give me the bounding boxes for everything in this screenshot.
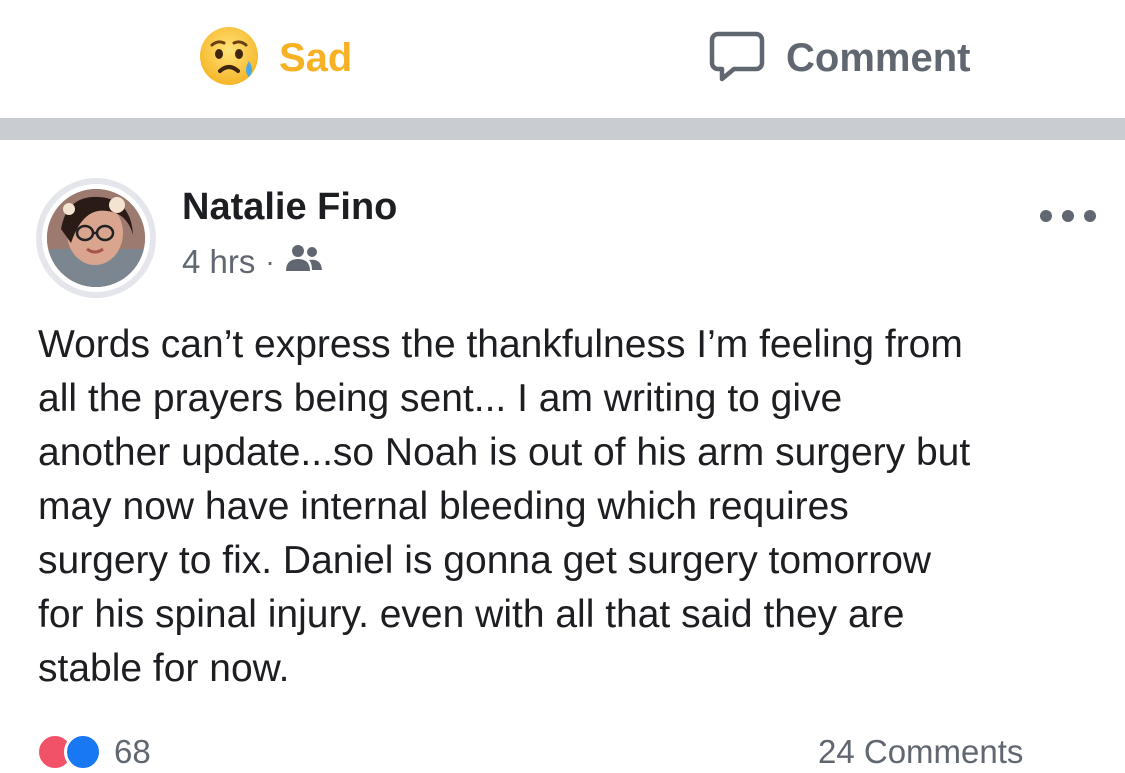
feed-post: Natalie Fino 4 hrs · Words can’t express… xyxy=(0,140,1125,771)
comment-count-link[interactable]: 24 Comments xyxy=(818,733,1023,771)
post-timestamp[interactable]: 4 hrs xyxy=(182,243,255,281)
post-body-text: Words can’t express the thankfulness I’m… xyxy=(38,323,971,690)
reaction-summary[interactable]: 68 xyxy=(36,733,151,773)
friends-icon xyxy=(285,243,323,281)
like-reaction-icon xyxy=(64,733,102,771)
meta-separator: · xyxy=(265,246,275,277)
post-action-bar: Sad Comment xyxy=(0,0,1125,118)
post-author-name[interactable]: Natalie Fino xyxy=(182,186,397,229)
more-dot-icon xyxy=(1040,210,1052,222)
more-options-button[interactable] xyxy=(1040,204,1096,228)
sad-reaction-button[interactable]: Sad xyxy=(197,22,352,94)
sad-label: Sad xyxy=(279,35,353,80)
reaction-count: 68 xyxy=(114,733,151,770)
avatar[interactable] xyxy=(36,178,156,298)
avatar-image xyxy=(42,184,150,292)
sad-face-icon xyxy=(197,23,263,94)
comment-button[interactable]: Comment xyxy=(708,22,970,94)
feed-divider xyxy=(0,118,1125,140)
more-dot-icon xyxy=(1084,210,1096,222)
comment-label: Comment xyxy=(786,35,971,80)
post-meta: 4 hrs · xyxy=(182,242,323,282)
more-dot-icon xyxy=(1062,210,1074,222)
comment-bubble-icon xyxy=(708,27,766,90)
